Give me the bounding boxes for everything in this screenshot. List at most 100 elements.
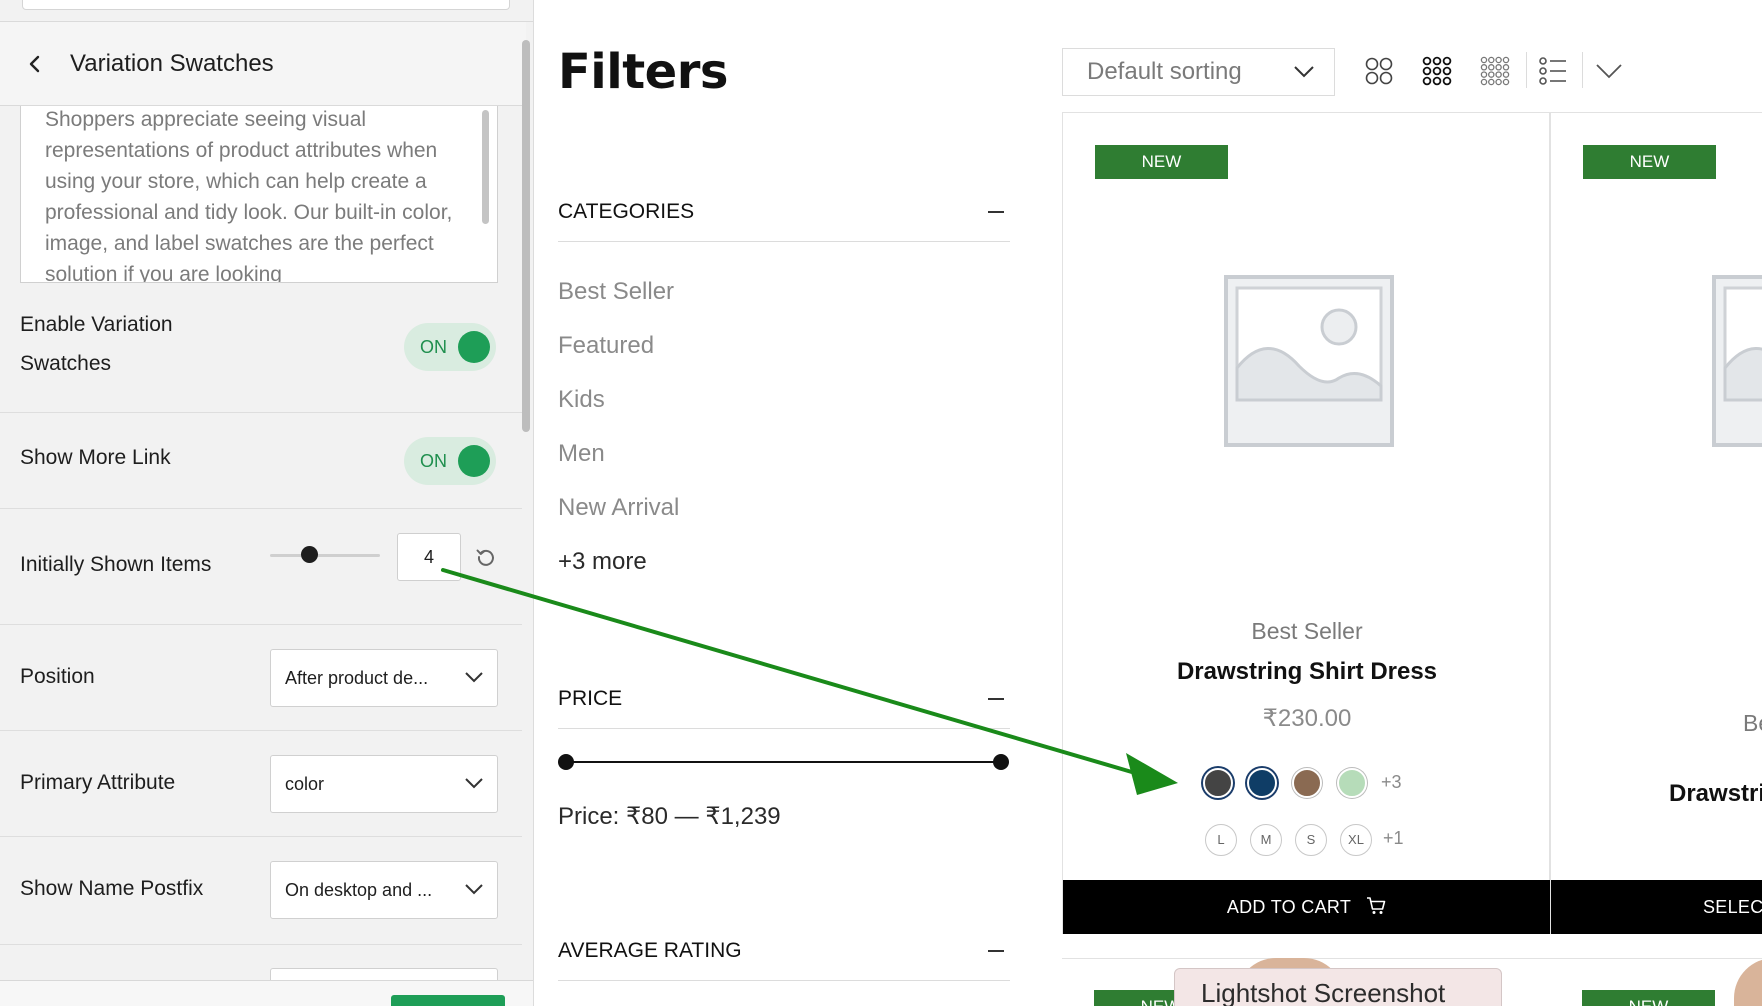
chevron-down-icon[interactable] <box>1594 56 1624 86</box>
panel-scrollbar[interactable] <box>522 40 530 432</box>
lightshot-tooltip: Lightshot Screenshot <box>1174 968 1502 1006</box>
chevron-down-icon <box>465 778 483 789</box>
categories-heading: CATEGORIES <box>558 200 695 223</box>
add-to-cart-label: ADD TO CART <box>1226 897 1351 917</box>
grid-row-border <box>1062 958 1762 959</box>
image-placeholder-icon[interactable] <box>1711 274 1762 448</box>
row-show-more-link: Show More Link ON <box>0 413 522 509</box>
panel-title: Variation Swatches <box>70 49 274 77</box>
minus-icon[interactable] <box>988 698 1004 700</box>
product-price: ₹230.00 <box>1262 705 1352 732</box>
store-preview: Filters CATEGORIES Best Seller Featured … <box>534 0 1762 1006</box>
show-name-postfix-label: Show Name Postfix <box>20 877 204 900</box>
list-view-icon[interactable] <box>1538 56 1568 86</box>
toggle-state: ON <box>420 336 447 357</box>
divider <box>1526 52 1527 88</box>
category-link[interactable]: Featured <box>558 332 654 360</box>
price-heading: PRICE <box>558 687 623 710</box>
back-button[interactable] <box>0 22 70 106</box>
slider-handle[interactable] <box>301 546 318 563</box>
minus-icon[interactable] <box>988 950 1004 952</box>
category-link[interactable]: Kids <box>558 386 605 414</box>
toggle-state: ON <box>420 450 447 471</box>
image-placeholder-icon[interactable] <box>1223 274 1395 448</box>
description-scrollbar[interactable] <box>482 110 489 224</box>
grid-4-icon[interactable] <box>1480 56 1510 86</box>
sorting-value: Default sorting <box>1087 58 1242 85</box>
size-chip[interactable]: M <box>1250 824 1282 856</box>
row-initially-shown: Initially Shown Items 4 <box>0 509 522 625</box>
grid-3-icon[interactable] <box>1422 56 1452 86</box>
size-chip[interactable]: XL <box>1340 824 1372 856</box>
new-badge: NEW <box>1582 990 1715 1006</box>
show-name-postfix-select[interactable]: On desktop and ... <box>270 861 498 919</box>
product-image[interactable] <box>1734 958 1762 1006</box>
description-text: Shoppers appreciate seeing visual repres… <box>45 108 453 283</box>
position-select[interactable]: After product de... <box>270 649 498 707</box>
category-link[interactable]: Men <box>558 440 605 468</box>
price-max-handle[interactable] <box>993 754 1009 770</box>
customizer-panel: Variation Swatches Shoppers appreciate s… <box>0 0 534 1006</box>
top-input-stub[interactable] <box>22 0 510 10</box>
chevron-down-icon <box>465 672 483 683</box>
show-more-link-toggle[interactable]: ON <box>404 437 496 485</box>
show-name-postfix-value: On desktop and ... <box>285 880 433 900</box>
chevron-down-icon <box>1294 66 1314 78</box>
primary-attribute-select[interactable]: color <box>270 755 498 813</box>
color-swatch[interactable] <box>1203 768 1233 798</box>
categories-header[interactable]: CATEGORIES <box>558 192 1010 242</box>
panel-header: Variation Swatches <box>0 22 526 106</box>
product-card: NEW Best Seller Drawstring Shirt Dress ₹… <box>1062 112 1550 934</box>
rating-heading: AVERAGE RATING <box>558 939 742 962</box>
show-more-link-label: Show More Link <box>20 446 171 469</box>
colors-more[interactable]: +3 <box>1381 772 1402 793</box>
price-range-track[interactable] <box>566 761 1000 763</box>
rating-header[interactable]: AVERAGE RATING <box>558 931 1010 981</box>
price-min-handle[interactable] <box>558 754 574 770</box>
primary-attribute-value: color <box>285 774 325 794</box>
toggle-knob <box>458 331 490 363</box>
panel-footer <box>0 980 533 1006</box>
description-textarea[interactable]: Shoppers appreciate seeing visual repres… <box>20 106 498 283</box>
color-swatch[interactable] <box>1337 768 1367 798</box>
sizes-more[interactable]: +1 <box>1383 828 1404 849</box>
panel-topbar <box>0 0 533 22</box>
product-category: Best Seller <box>1251 618 1363 644</box>
sorting-select[interactable]: Default sorting <box>1062 48 1335 96</box>
select-options-button[interactable]: SELECT <box>1551 880 1762 934</box>
add-to-cart-button[interactable]: ADD TO CART <box>1063 880 1550 934</box>
product-card: NEW Be Drawstri SELECT <box>1550 112 1762 934</box>
initially-shown-input[interactable]: 4 <box>397 533 461 581</box>
color-swatch[interactable] <box>1292 768 1322 798</box>
grid-2-icon[interactable] <box>1364 56 1394 86</box>
enable-swatches-toggle[interactable]: ON <box>404 323 496 371</box>
row-enable-swatches: Enable Variation Swatches ON <box>0 283 522 413</box>
initially-shown-slider[interactable] <box>270 554 380 557</box>
row-primary-attribute: Primary Attribute color <box>0 731 522 837</box>
divider <box>1582 52 1583 88</box>
position-label: Position <box>20 665 95 688</box>
color-swatch-selected[interactable] <box>1247 768 1277 798</box>
product-name[interactable]: Drawstring Shirt Dress <box>1063 658 1551 686</box>
chevron-down-icon <box>465 884 483 895</box>
category-link[interactable]: Best Seller <box>558 278 674 306</box>
position-value: After product de... <box>285 668 429 688</box>
new-badge: NEW <box>1583 145 1716 179</box>
select-options-label: SELECT <box>1703 897 1762 917</box>
category-link[interactable]: New Arrival <box>558 494 679 522</box>
categories-more-link[interactable]: +3 more <box>558 548 647 576</box>
size-chip[interactable]: L <box>1205 824 1237 856</box>
toggle-knob <box>458 445 490 477</box>
row-show-name-postfix: Show Name Postfix On desktop and ... <box>0 837 522 945</box>
minus-icon[interactable] <box>988 211 1004 213</box>
size-chip[interactable]: S <box>1295 824 1327 856</box>
row-position: Position After product de... <box>0 625 522 731</box>
reset-icon[interactable] <box>474 545 498 569</box>
app-root: Variation Swatches Shoppers appreciate s… <box>0 0 1762 1006</box>
initially-shown-label: Initially Shown Items <box>20 553 212 576</box>
price-header[interactable]: PRICE <box>558 679 1010 729</box>
cart-icon <box>1367 897 1386 914</box>
product-name[interactable]: Drawstri <box>1669 780 1762 808</box>
publish-button[interactable] <box>391 995 505 1006</box>
chevron-left-icon <box>29 55 40 72</box>
